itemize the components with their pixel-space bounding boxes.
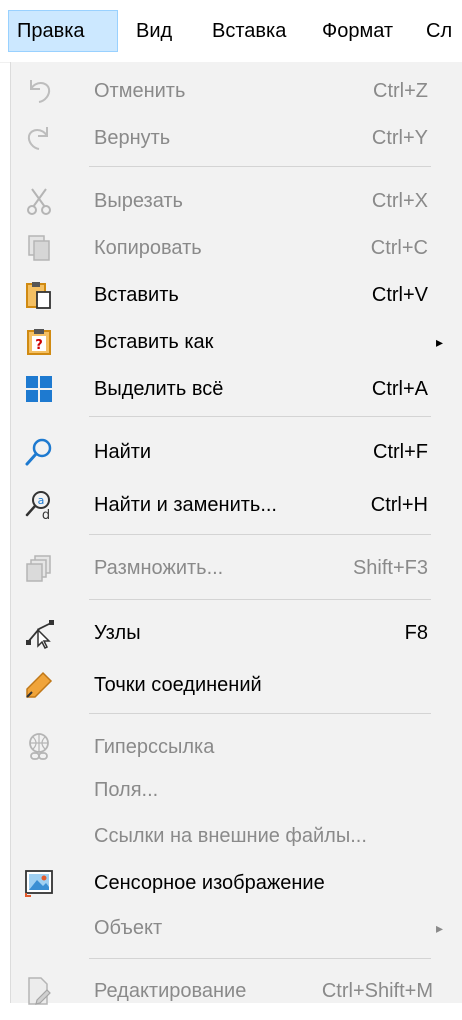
menu-item-label: Точки соединений xyxy=(94,674,262,696)
menu-item-label: Выделить всё xyxy=(94,378,224,400)
menu-item-shortcut: Ctrl+H xyxy=(370,494,428,516)
duplicate-icon xyxy=(23,552,55,584)
points-icon xyxy=(23,617,55,649)
menu-separator xyxy=(89,166,431,167)
menu-item-label: Найти xyxy=(94,441,152,463)
svg-text:d: d xyxy=(42,508,50,521)
menu-item-shortcut: Ctrl+A xyxy=(371,378,428,400)
menu-separator xyxy=(89,599,431,600)
select-all-icon xyxy=(23,373,55,405)
paste-special-icon: ? xyxy=(23,326,55,358)
menu-separator xyxy=(89,416,431,417)
menu-item-label: Узлы xyxy=(94,622,141,644)
menu-separator xyxy=(89,534,431,535)
menu-item-shortcut: Ctrl+Shift+M xyxy=(321,980,433,1002)
menu-item-duplicate[interactable]: Размножить... Shift+F3 xyxy=(11,539,462,597)
menubar-more[interactable]: Сл xyxy=(426,10,452,52)
menu-item-find-replace[interactable]: ad Найти и заменить... Ctrl+H xyxy=(11,476,462,534)
menu-item-redo[interactable]: Вернуть Ctrl+Y xyxy=(11,109,462,167)
menubar-view[interactable]: Вид xyxy=(136,10,172,52)
menu-item-label: Объект xyxy=(94,917,163,939)
undo-icon xyxy=(23,75,55,107)
paste-icon xyxy=(23,279,55,311)
menu-item-find[interactable]: Найти Ctrl+F xyxy=(11,423,462,481)
menu-bar: Правка Вид Вставка Формат Сл xyxy=(0,0,462,63)
menu-separator xyxy=(89,958,431,959)
edit-menu-dropdown: Отменить Ctrl+Z Вернуть Ctrl+Y Вырезать … xyxy=(10,62,462,1005)
svg-text:a: a xyxy=(38,494,45,507)
menu-separator xyxy=(89,713,431,714)
menu-item-label: Найти и заменить... xyxy=(94,494,277,516)
redo-icon xyxy=(23,122,55,154)
image-map-icon xyxy=(23,867,55,899)
menu-item-select-all[interactable]: Выделить всё Ctrl+A xyxy=(11,360,462,418)
edit-mode-icon xyxy=(23,975,55,1007)
menu-item-label: Вернуть xyxy=(94,127,171,149)
find-icon xyxy=(23,436,55,468)
menu-item-shortcut: Ctrl+Y xyxy=(371,127,428,149)
menubar-format[interactable]: Формат xyxy=(322,10,393,52)
menu-item-shortcut: Ctrl+F xyxy=(373,441,428,463)
find-replace-icon: ad xyxy=(23,489,55,521)
copy-icon xyxy=(23,232,55,264)
menu-item-shortcut: F8 xyxy=(404,622,428,644)
cut-icon xyxy=(23,185,55,217)
svg-text:?: ? xyxy=(35,338,43,353)
glue-points-icon xyxy=(23,669,55,701)
menubar-insert[interactable]: Вставка xyxy=(212,10,286,52)
menu-item-label: Размножить... xyxy=(94,557,224,579)
menu-item-edit-mode[interactable]: Редактирование Ctrl+Shift+M xyxy=(11,962,462,1020)
menu-item-points[interactable]: Узлы F8 xyxy=(11,604,462,662)
menubar-edit[interactable]: Правка xyxy=(8,10,118,52)
submenu-arrow-icon: ▸ xyxy=(435,920,443,936)
menu-item-object[interactable]: Объект ▸ xyxy=(11,899,462,957)
menu-item-glue-points[interactable]: Точки соединений xyxy=(11,656,462,714)
menu-item-label: Редактирование xyxy=(94,980,247,1002)
menu-item-shortcut: Shift+F3 xyxy=(352,557,428,579)
hyperlink-icon xyxy=(23,731,55,763)
